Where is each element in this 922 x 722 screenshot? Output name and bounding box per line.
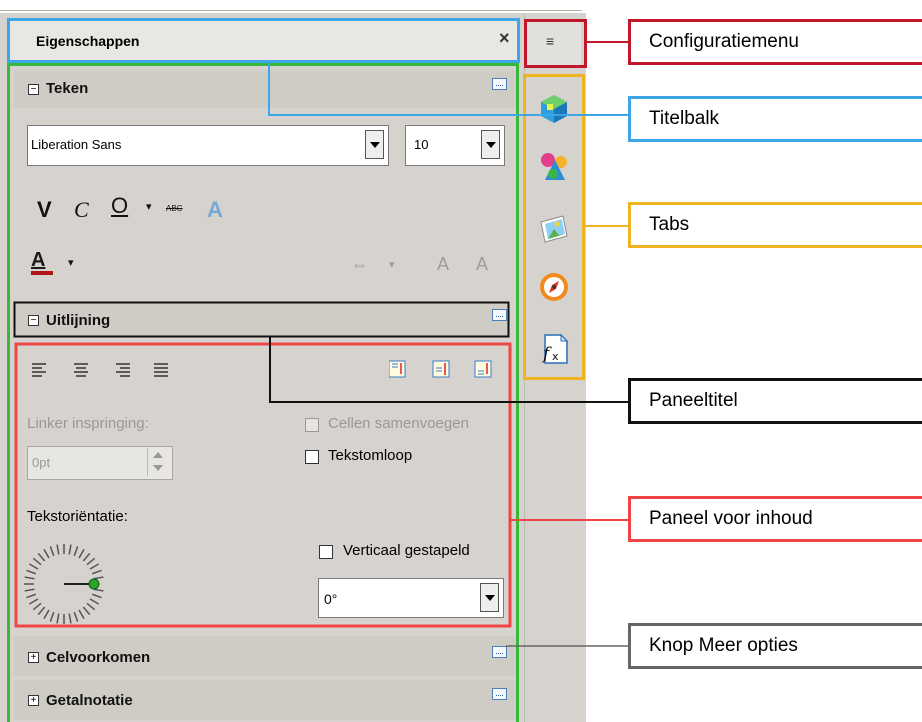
- panel-title-connector: [269, 336, 628, 403]
- title-bar-connector: [268, 62, 628, 116]
- tabs-outline: [523, 74, 585, 380]
- configuration-menu-outline: [524, 19, 587, 68]
- deck-outline: [7, 63, 519, 722]
- annotation-paneel-voor-inhoud: Paneel voor inhoud: [628, 496, 922, 542]
- annotation-label: Configuratiemenu: [649, 31, 799, 52]
- title-bar-outline: [7, 18, 520, 63]
- panel-title-outline: [13, 301, 510, 338]
- annotation-label: Paneel voor inhoud: [649, 508, 813, 529]
- annotation-titelbalk: Titelbalk: [628, 96, 922, 142]
- annotation-tabs: Tabs: [628, 202, 922, 248]
- annotation-label: Knop Meer opties: [649, 635, 798, 656]
- annotation-label: Tabs: [649, 214, 690, 235]
- annotation-knop-meer-opties: Knop Meer opties: [628, 623, 922, 669]
- annotation-label: Titelbalk: [649, 108, 720, 129]
- annotation-label: Paneeltitel: [649, 390, 738, 411]
- annotation-paneeltitel: Paneeltitel: [628, 378, 922, 424]
- annotation-configuratiemenu: Configuratiemenu: [628, 19, 922, 65]
- content-panel-outline: [14, 342, 512, 628]
